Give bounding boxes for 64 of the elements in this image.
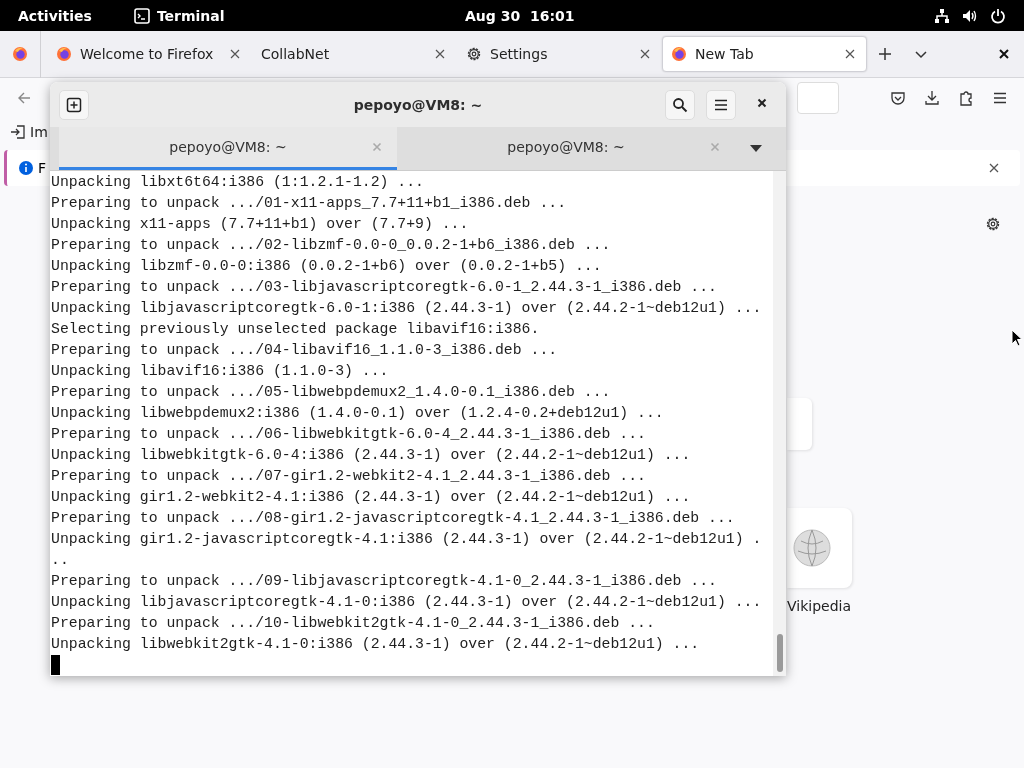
browser-tab[interactable]: CollabNet xyxy=(252,36,457,72)
back-icon[interactable] xyxy=(16,90,32,106)
search-button[interactable] xyxy=(665,89,695,120)
text-cursor xyxy=(51,655,60,675)
plus-icon xyxy=(66,96,82,113)
caret-icon xyxy=(750,144,762,153)
terminal-line: Unpacking gir1.2-javascriptcoregtk-4.1:i386 (2.44.3-1) over (2.44.2-1~deb12u1) . xyxy=(51,530,763,549)
terminal-line: Selecting previously unselected package libavif16:i386. xyxy=(51,320,541,339)
app-name[interactable]: Terminal xyxy=(156,7,225,24)
shortcut-tile[interactable] xyxy=(787,508,852,588)
settings-icon xyxy=(985,216,1001,232)
terminal-line: Preparing to unpack .../07-gir1.2-webkit2-4.1_2.44.3-1_i386.deb ... xyxy=(51,467,647,486)
terminal-icon xyxy=(133,7,150,24)
import-icon xyxy=(10,124,26,140)
terminal-tab[interactable]: pepoyo@VM8: ~ xyxy=(59,127,397,170)
terminal-line: Preparing to unpack .../02-libzmf-0.0-0_0.0.2-1+b6_i386.deb ... xyxy=(51,236,612,255)
browser-tab[interactable]: Welcome to Firefox xyxy=(47,36,252,72)
terminal-line: Preparing to unpack .../06-libwebkitgtk-6.0-4_2.44.3-1_i386.deb ... xyxy=(51,425,647,444)
firefox-icon xyxy=(56,46,72,62)
terminal-line: Unpacking gir1.2-webkit2-4.1:i386 (2.44.3-1) over (2.44.2-1~deb12u1) ... xyxy=(51,488,692,507)
terminal-line: Preparing to unpack .../04-libavif16_1.1.0-3_i386.deb ... xyxy=(51,341,559,360)
settings-icon xyxy=(466,46,482,62)
shortcut-label: Vikipedia xyxy=(787,598,851,614)
terminal-line: Unpacking libavif16:i386 (1.1.0-3) ... xyxy=(51,362,390,381)
terminal-line: .. xyxy=(51,551,70,570)
terminal-line: Unpacking libjavascriptcoregtk-4.1-0:i386 (2.44.3-1) over (2.44.2-1~deb12u1) ... xyxy=(51,593,763,612)
network-icon[interactable] xyxy=(934,7,950,24)
pocket-icon[interactable] xyxy=(890,90,906,106)
puzzle-icon[interactable] xyxy=(958,90,974,106)
info-icon xyxy=(18,160,34,176)
search-icon xyxy=(672,96,688,113)
content-card xyxy=(787,398,812,450)
activities-button[interactable]: Activities xyxy=(18,7,92,24)
terminal-line: Unpacking libwebpdemux2:i386 (1.4.0-0.1) over (1.2.4-0.2+deb12u1) ... xyxy=(51,404,665,423)
download-icon[interactable] xyxy=(924,90,940,106)
plus-icon xyxy=(877,46,893,62)
clock[interactable]: Aug 30 16:01 xyxy=(465,7,575,24)
pinned-tab-icon xyxy=(12,46,28,62)
terminal-line: Unpacking libjavascriptcoregtk-6.0-1:i386 (2.44.3-1) over (2.44.2-1~deb12u1) ... xyxy=(51,299,763,318)
power-icon[interactable] xyxy=(990,7,1006,24)
menu-icon[interactable] xyxy=(992,90,1008,106)
url-field[interactable] xyxy=(797,82,839,114)
terminal-line: Unpacking x11-apps (7.7+11+b1) over (7.7+9) ... xyxy=(51,215,470,234)
terminal-line: Unpacking libxt6t64:i386 (1:1.2.1-1.2) ... xyxy=(51,173,425,192)
globe-icon xyxy=(793,529,831,567)
browser-tab[interactable]: Settings xyxy=(457,36,662,72)
terminal-line: Unpacking libzmf-0.0-0:i386 (0.0.2-1+b6) over (0.0.2-1+b5) ... xyxy=(51,257,603,276)
window-title: pepoyo@VM8: ~ xyxy=(353,96,483,113)
terminal-line: Preparing to unpack .../05-libwebpdemux2_1.4.0-0.1_i386.deb ... xyxy=(51,383,612,402)
menu-button[interactable] xyxy=(706,89,736,120)
firefox-icon xyxy=(671,46,687,62)
terminal-line: Preparing to unpack .../09-libjavascriptcoregtk-4.1-0_2.44.3-1_i386.deb ... xyxy=(51,572,718,591)
terminal-line: Unpacking libwebkit2gtk-4.1-0:i386 (2.44.3-1) over (2.44.2-1~deb12u1) ... xyxy=(51,635,701,654)
terminal-line: Preparing to unpack .../01-x11-apps_7.7+11+b1_i386.deb ... xyxy=(51,194,567,213)
terminal-line: Unpacking libwebkitgtk-6.0-4:i386 (2.44.3-1) over (2.44.2-1~deb12u1) ... xyxy=(51,446,692,465)
new-tab-button[interactable] xyxy=(59,89,89,120)
notification-text: F xyxy=(38,160,47,176)
browser-tab[interactable]: New Tab xyxy=(662,36,867,72)
terminal-tab[interactable]: pepoyo@VM8: ~ xyxy=(397,127,735,170)
terminal-line: Preparing to unpack .../03-libjavascriptcoregtk-6.0-1_2.44.3-1_i386.deb ... xyxy=(51,278,718,297)
terminal-line: Preparing to unpack .../08-gir1.2-javascriptcoregtk-4.1_2.44.3-1_i386.deb ... xyxy=(51,509,736,528)
scrollbar-thumb[interactable] xyxy=(776,634,783,672)
terminal-line: Preparing to unpack .../10-libwebkit2gtk-4.1-0_2.44.3-1_i386.deb ... xyxy=(51,614,656,633)
bookmark-item[interactable]: Im xyxy=(30,124,48,140)
